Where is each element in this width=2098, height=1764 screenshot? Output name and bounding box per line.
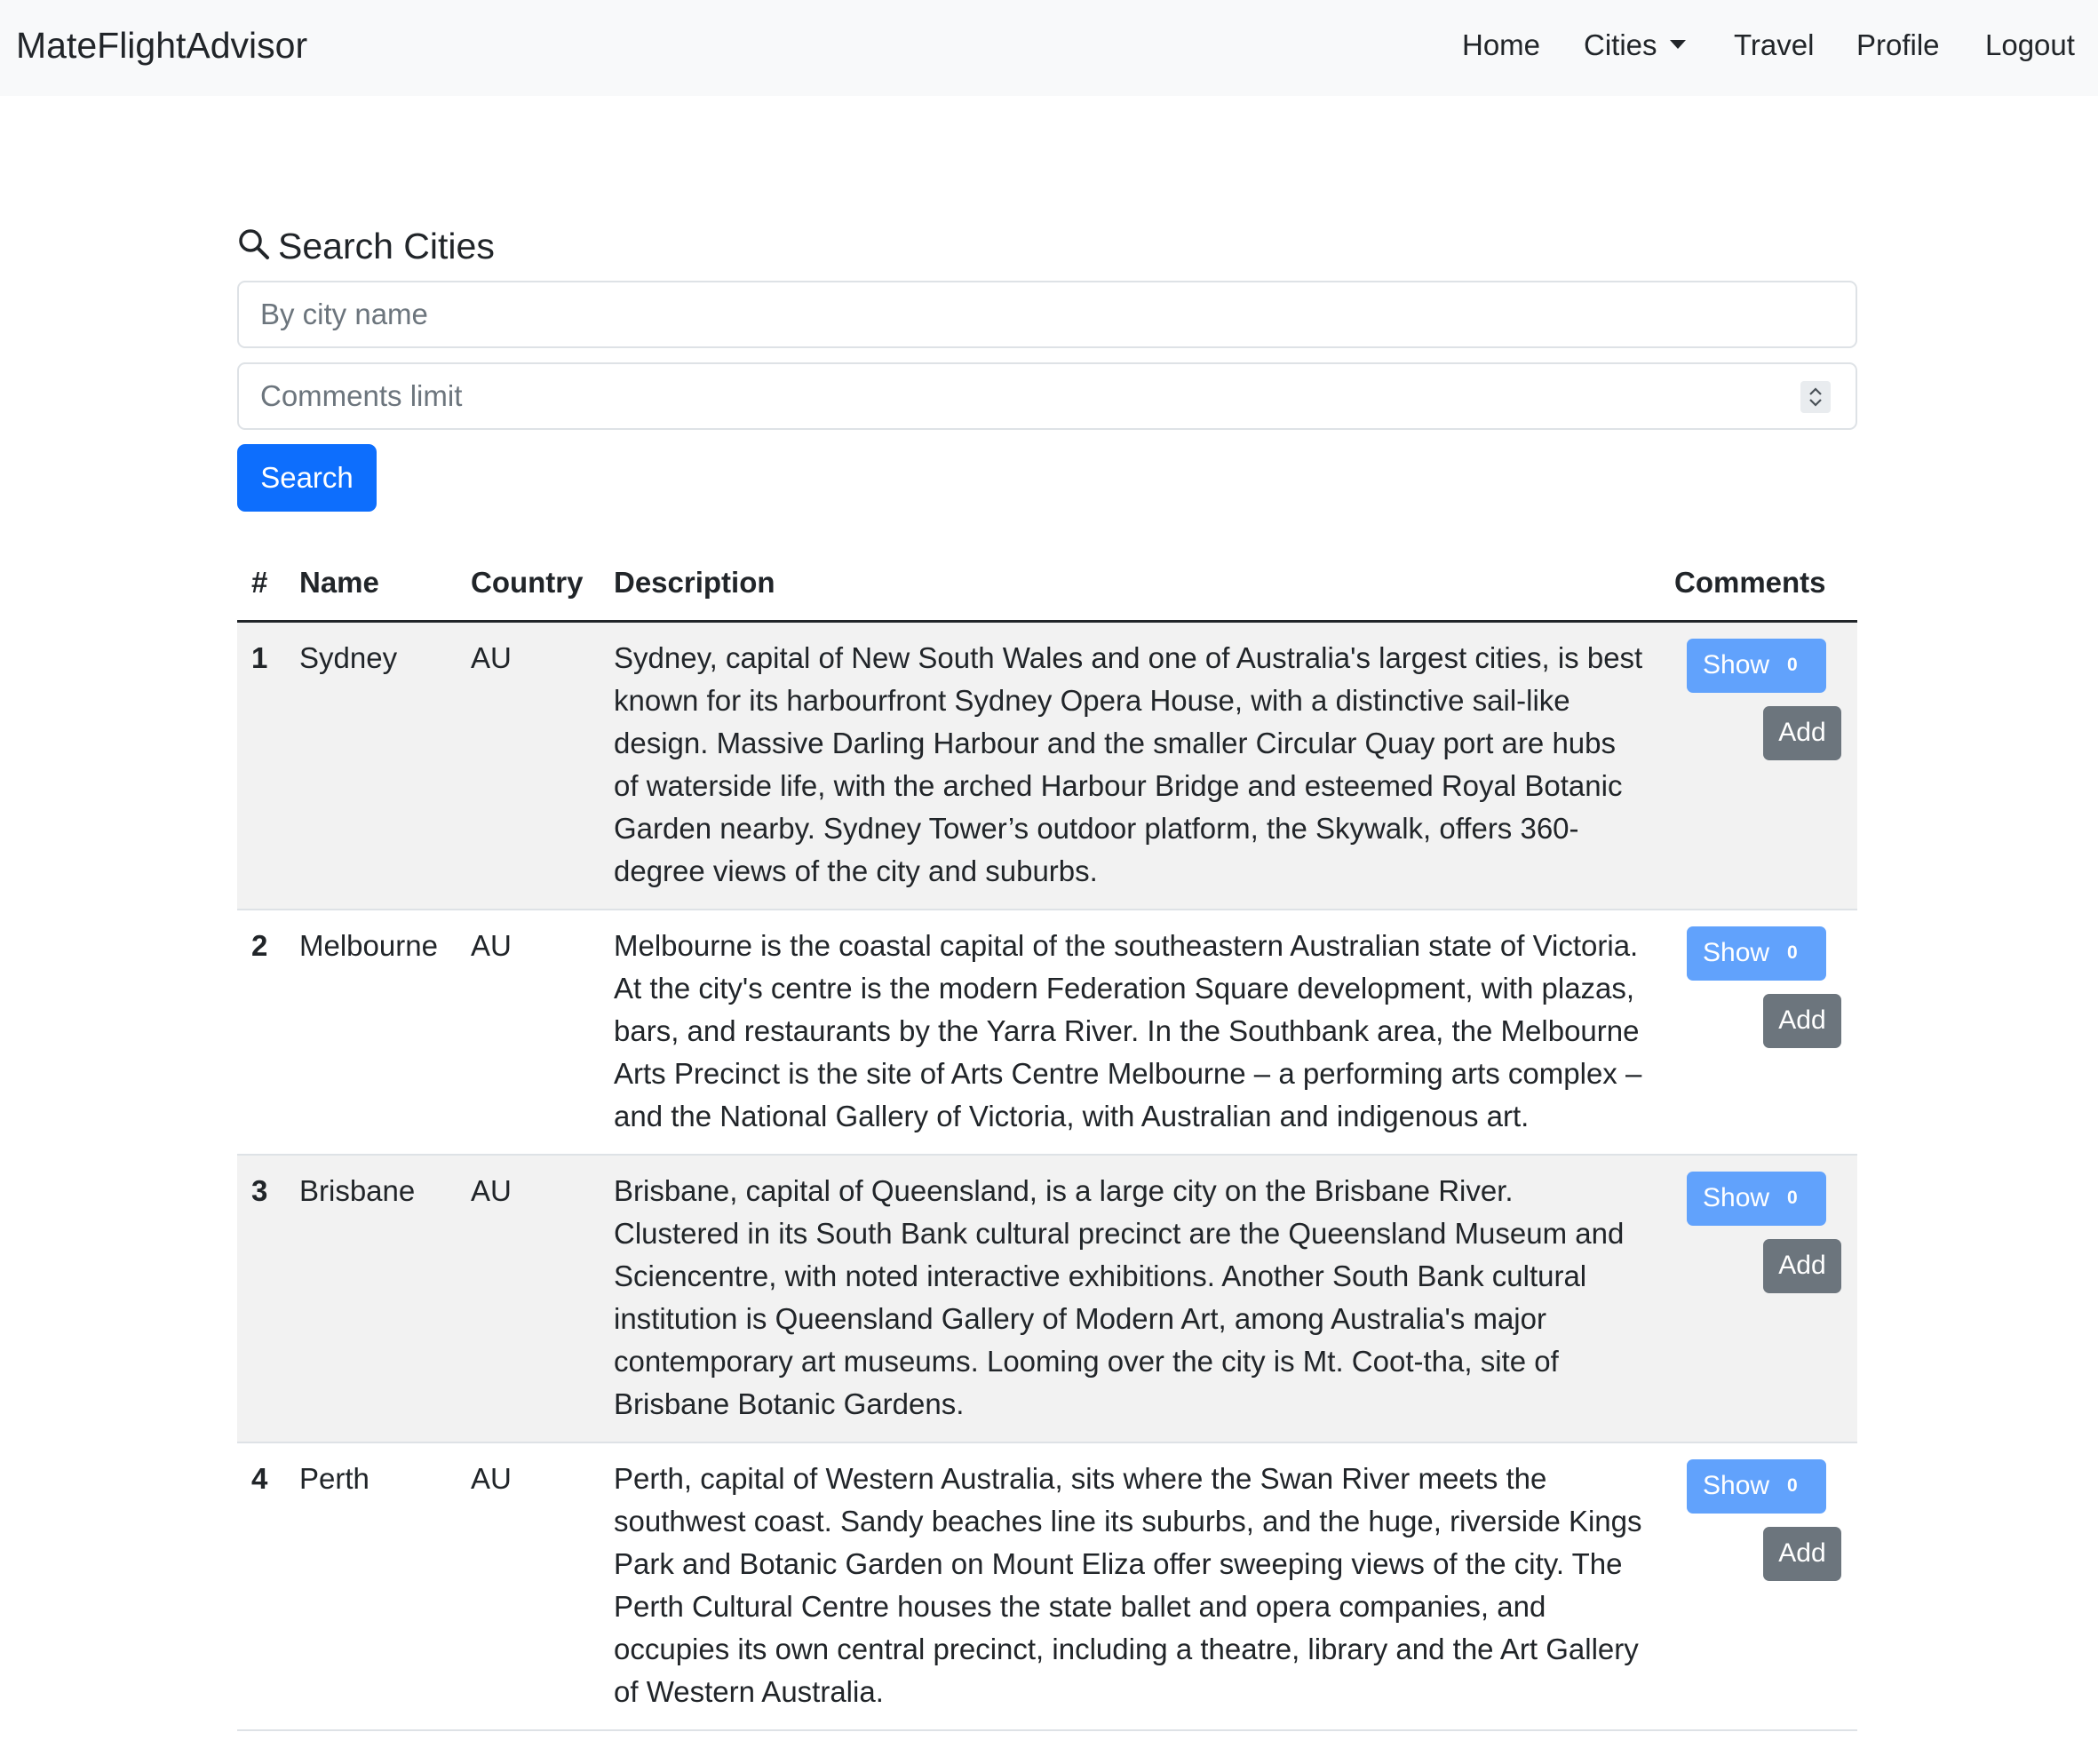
city-description: Perth, capital of Western Australia, sit…	[600, 1442, 1660, 1731]
comment-count-badge: 0	[1787, 1188, 1798, 1208]
city-name: Sydney	[285, 621, 457, 910]
add-comment-button[interactable]: Add	[1763, 993, 1841, 1048]
table-row: 2 Melbourne AU Melbourne is the coastal …	[237, 909, 1857, 1156]
comments-cell: Show 0 Add	[1660, 1442, 1857, 1731]
nav-home[interactable]: Home	[1462, 28, 1540, 62]
table-row: 4 Perth AU Perth, capital of Western Aus…	[237, 1442, 1857, 1731]
show-comments-button[interactable]: Show 0	[1687, 638, 1826, 693]
nav-cities-dropdown[interactable]: Cities	[1584, 28, 1686, 62]
city-name: Melbourne	[285, 909, 457, 1156]
nav-cities-label: Cities	[1584, 28, 1657, 61]
show-comments-button[interactable]: Show 0	[1687, 1458, 1826, 1514]
search-heading: Search Cities	[237, 224, 495, 268]
header-name: Name	[285, 546, 457, 623]
search-button[interactable]: Search	[237, 444, 377, 512]
cities-table: # Name Country Description Comments 1 Sy…	[237, 546, 1857, 1731]
city-country: AU	[457, 1154, 600, 1443]
row-num: 4	[237, 1442, 285, 1731]
comments-cell: Show 0 Add	[1660, 909, 1857, 1156]
comments-limit-placeholder: Comments limit	[260, 379, 463, 412]
nav-logout[interactable]: Logout	[1985, 28, 2075, 62]
header-num: #	[237, 546, 285, 623]
add-comment-button[interactable]: Add	[1763, 705, 1841, 760]
add-comment-button[interactable]: Add	[1763, 1238, 1841, 1293]
table-header-row: # Name Country Description Comments	[237, 546, 1857, 623]
city-name-placeholder: By city name	[260, 298, 428, 330]
comments-cell: Show 0 Add	[1660, 1154, 1857, 1443]
navbar: MateFlightAdvisor Home Cities Travel Pro…	[0, 0, 2098, 96]
city-country: AU	[457, 909, 600, 1156]
comments-limit-input[interactable]: Comments limit	[237, 362, 1857, 430]
city-description: Sydney, capital of New South Wales and o…	[600, 621, 1660, 910]
city-name: Brisbane	[285, 1154, 457, 1443]
show-label: Show	[1703, 1183, 1770, 1212]
search-title: Search Cities	[278, 225, 495, 266]
show-comments-button[interactable]: Show 0	[1687, 1171, 1826, 1226]
show-comments-button[interactable]: Show 0	[1687, 926, 1826, 981]
comment-count-badge: 0	[1787, 942, 1798, 963]
updown-chevron-icon[interactable]	[1800, 381, 1831, 413]
comments-cell: Show 0 Add	[1660, 621, 1857, 910]
show-label: Show	[1703, 938, 1770, 967]
nav-profile[interactable]: Profile	[1856, 28, 1940, 62]
caret-down-icon	[1669, 40, 1686, 50]
city-name: Perth	[285, 1442, 457, 1731]
show-label: Show	[1703, 650, 1770, 679]
header-comments: Comments	[1660, 546, 1857, 623]
row-num: 2	[237, 909, 285, 1156]
header-description: Description	[600, 546, 1660, 623]
nav-travel[interactable]: Travel	[1734, 28, 1814, 62]
table-row: 1 Sydney AU Sydney, capital of New South…	[237, 621, 1857, 910]
city-country: AU	[457, 621, 600, 910]
header-country: Country	[457, 546, 600, 623]
show-label: Show	[1703, 1471, 1770, 1500]
city-country: AU	[457, 1442, 600, 1731]
comment-count-badge: 0	[1787, 655, 1798, 675]
row-num: 3	[237, 1154, 285, 1443]
brand-link[interactable]: MateFlightAdvisor	[16, 25, 307, 67]
city-description: Melbourne is the coastal capital of the …	[600, 909, 1660, 1156]
table-row: 3 Brisbane AU Brisbane, capital of Queen…	[237, 1154, 1857, 1443]
add-comment-button[interactable]: Add	[1763, 1526, 1841, 1581]
search-icon	[237, 227, 271, 266]
row-num: 1	[237, 621, 285, 910]
city-description: Brisbane, capital of Queensland, is a la…	[600, 1154, 1660, 1443]
city-name-input[interactable]: By city name	[237, 281, 1857, 348]
comment-count-badge: 0	[1787, 1475, 1798, 1496]
